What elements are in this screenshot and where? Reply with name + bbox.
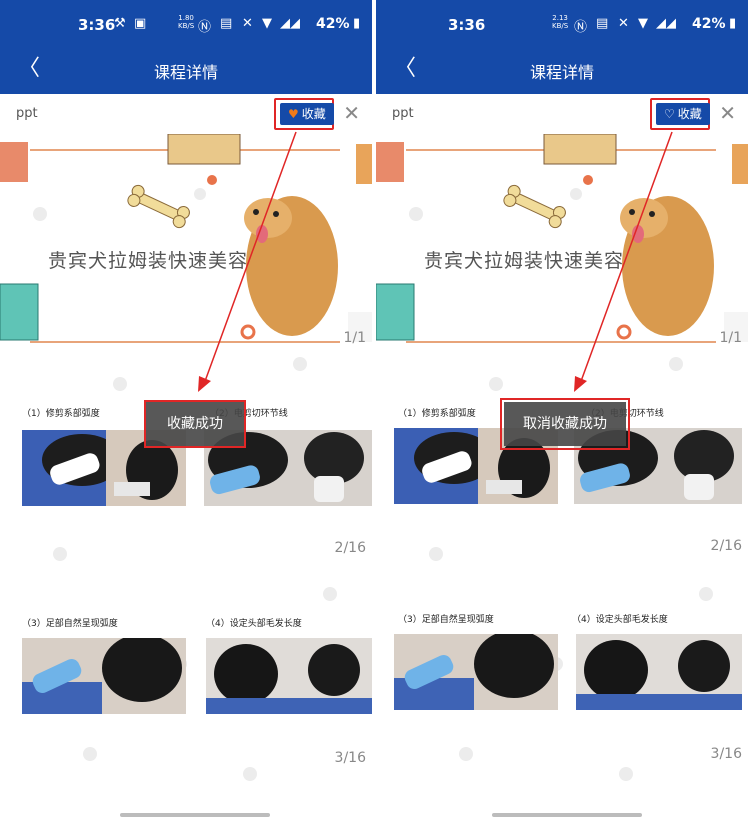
favorite-button[interactable]: ♡ 收藏	[656, 103, 710, 125]
document-bar: ppt ♡ 收藏 ✕	[376, 94, 748, 135]
speed-value: 1.80	[178, 14, 194, 22]
page-number: 1/1	[343, 330, 366, 346]
slide-caption: （4）设定头部毛发长度	[206, 619, 302, 629]
page-number: 2/16	[710, 538, 742, 554]
slide-caption: （1）修剪系部弧度	[22, 409, 100, 419]
signal-icon: ◢◢	[656, 16, 676, 31]
slide-caption: （4）设定头部毛发长度	[572, 615, 668, 625]
slide-caption: （3）足部自然呈现弧度	[22, 619, 118, 629]
slide-viewer[interactable]: 贵宾犬拉姆装快速美容 1/1 （1）修剪系部弧度 （2）电剪切环节线 2/16 …	[0, 134, 372, 819]
heart-outline-icon: ♡	[664, 107, 675, 121]
home-indicator[interactable]	[492, 813, 642, 817]
nfc-icon: Ⓝ	[198, 20, 212, 35]
status-time: 3:36	[78, 16, 116, 34]
home-indicator[interactable]	[120, 813, 270, 817]
nav-bar: 〈 课程详情	[0, 46, 372, 94]
speed-unit: KB/S	[178, 22, 195, 30]
toast-highlight-box	[144, 400, 246, 448]
battery-percent: 42%	[692, 16, 726, 32]
slide-1: 贵宾犬拉姆装快速美容 1/1	[376, 134, 748, 346]
slide-1-title: 贵宾犬拉姆装快速美容	[48, 250, 249, 272]
page-number: 3/16	[710, 746, 742, 762]
mute-icon: ✕	[618, 16, 629, 31]
close-icon[interactable]: ✕	[719, 101, 736, 125]
signal-icon: ◢◢	[280, 16, 300, 31]
status-bar: 3:36 2.13 KB/S Ⓝ ▤ ✕ ▼ ◢◢ 42% ▮	[376, 0, 748, 46]
network-speed: 2.13 KB/S	[552, 14, 568, 30]
document-name: ppt	[16, 106, 38, 121]
battery-icon: ▮	[729, 16, 737, 31]
status-time: 3:36	[448, 16, 486, 34]
grooming-photo	[394, 634, 558, 710]
slide-1-illustration	[0, 134, 372, 343]
grooming-photo	[22, 638, 186, 714]
speed-unit: KB/S	[552, 22, 569, 30]
gallery-icon: ▣	[134, 16, 147, 31]
slide-caption: （3）足部自然呈现弧度	[398, 615, 494, 625]
slide-1-title: 贵宾犬拉姆装快速美容	[424, 250, 625, 272]
favorite-label: 收藏	[677, 107, 702, 121]
toast-highlight-box	[500, 398, 630, 450]
page-number: 1/1	[719, 330, 742, 346]
page-number: 3/16	[334, 750, 366, 766]
slide-caption: （1）修剪系部弧度	[398, 409, 476, 419]
slide-1-illustration	[376, 134, 748, 343]
network-speed: 1.80 KB/S	[178, 14, 194, 30]
grooming-photo	[206, 638, 372, 714]
mute-icon: ✕	[242, 16, 253, 31]
page-title: 课程详情	[529, 63, 594, 82]
hd-icon: ▤	[220, 16, 233, 31]
document-bar: ppt ♥ 收藏 ✕	[0, 94, 372, 135]
wifi-icon: ▼	[262, 16, 272, 31]
usb-debug-icon: ⚒	[114, 16, 126, 31]
speed-value: 2.13	[552, 14, 568, 22]
close-icon[interactable]: ✕	[343, 101, 360, 125]
heart-filled-icon: ♥	[288, 107, 299, 121]
hd-icon: ▤	[596, 16, 609, 31]
page-number: 2/16	[334, 540, 366, 556]
favorite-button[interactable]: ♥ 收藏	[280, 103, 334, 125]
screen-favorited: 3:36 ⚒ ▣ 1.80 KB/S Ⓝ ▤ ✕ ▼ ◢◢ 42% ▮ 〈 课程…	[0, 0, 372, 819]
slide-1: 贵宾犬拉姆装快速美容 1/1	[0, 134, 372, 346]
nfc-icon: Ⓝ	[574, 20, 588, 35]
wifi-icon: ▼	[638, 16, 648, 31]
nav-bar: 〈 课程详情	[376, 46, 748, 94]
battery-icon: ▮	[353, 16, 361, 31]
status-bar: 3:36 ⚒ ▣ 1.80 KB/S Ⓝ ▤ ✕ ▼ ◢◢ 42% ▮	[0, 0, 372, 46]
favorite-label: 收藏	[301, 107, 326, 121]
dryer-icon	[0, 142, 28, 182]
page-title: 课程详情	[153, 63, 218, 82]
slide-viewer[interactable]: 贵宾犬拉姆装快速美容 1/1 （1）修剪系部弧度 （2）电剪切环节线 2/16 …	[376, 134, 748, 819]
battery-percent: 42%	[316, 16, 350, 32]
grooming-photo	[576, 634, 742, 710]
document-name: ppt	[392, 106, 414, 121]
screen-unfavorited: 3:36 2.13 KB/S Ⓝ ▤ ✕ ▼ ◢◢ 42% ▮ 〈 课程详情 p…	[376, 0, 748, 819]
